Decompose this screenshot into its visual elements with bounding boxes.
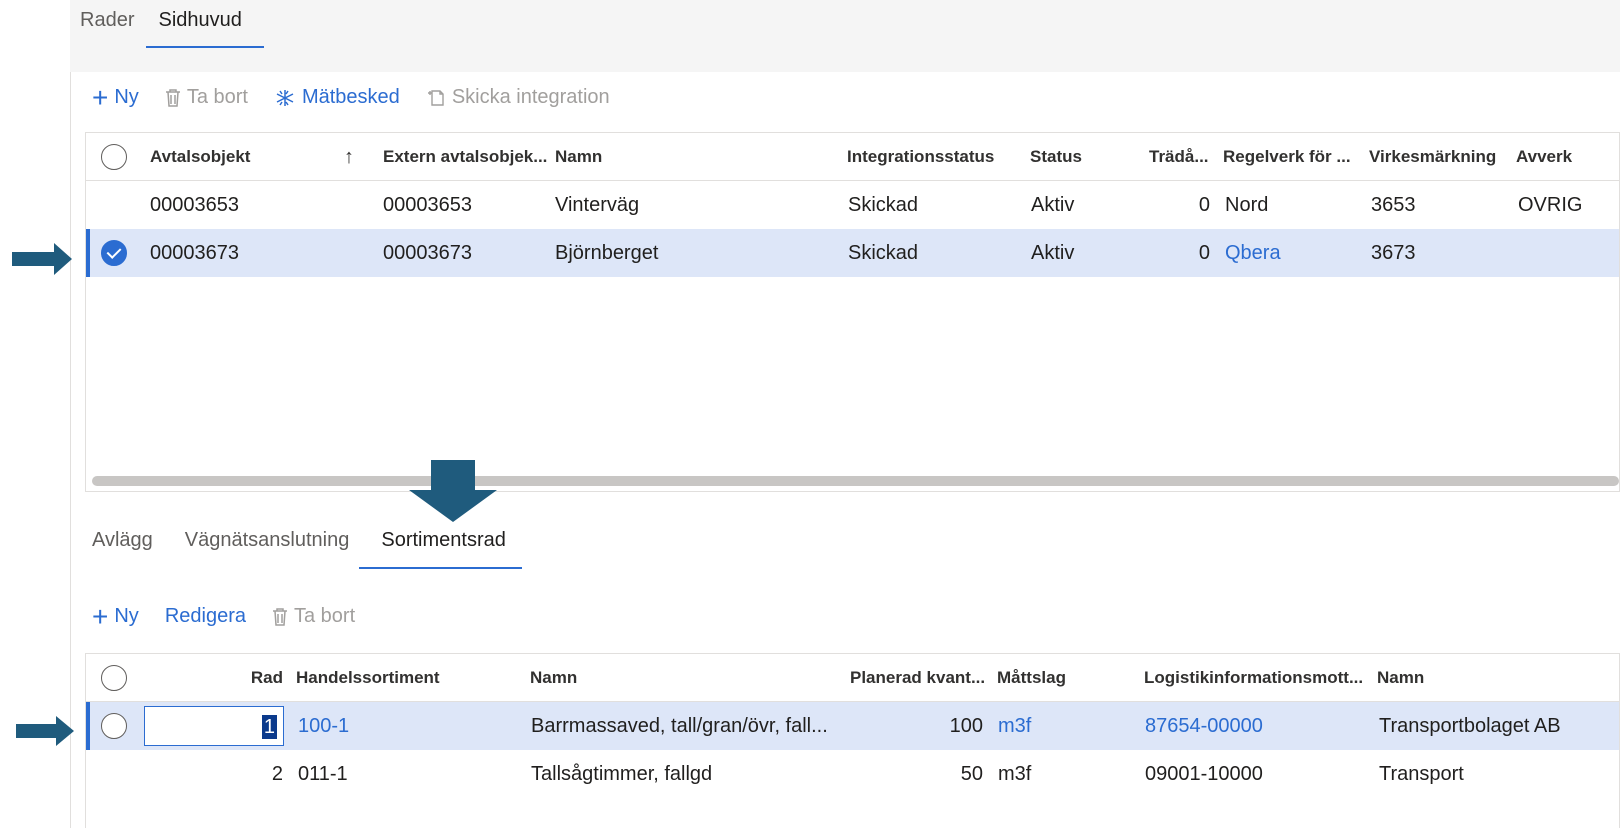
col-trada[interactable]: Trädå... bbox=[1149, 133, 1217, 181]
cell-extern: 00003673 bbox=[383, 242, 472, 264]
agreement-objects-grid: Avtalsobjekt ↑ Extern avtalsobjek... Nam… bbox=[85, 132, 1620, 492]
plus-icon: + bbox=[92, 600, 109, 632]
col-namn[interactable]: Namn bbox=[530, 654, 730, 702]
table-row[interactable]: 2 011-1 Tallsågtimmer, fallgd 50 m3f 090… bbox=[86, 750, 1619, 798]
header-toolbar: + Ny Ta bort Mätbesked Skicka integratio… bbox=[92, 81, 610, 113]
col-namn[interactable]: Namn bbox=[555, 133, 755, 181]
col-virkesmarkning[interactable]: Virkesmärkning bbox=[1369, 133, 1509, 181]
measure-button-label: Mätbesked bbox=[301, 86, 400, 108]
arrow-right-icon bbox=[12, 243, 72, 275]
delete-line-button-label: Ta bort bbox=[293, 605, 356, 627]
cell-extern: 00003653 bbox=[383, 194, 472, 216]
cell-avtalsobjekt: 00003673 bbox=[150, 242, 239, 264]
top-tabs: Rader Sidhuvud bbox=[80, 8, 265, 48]
edit-button[interactable]: Redigera bbox=[165, 605, 246, 628]
cell-status: Aktiv bbox=[1031, 242, 1075, 264]
table-row-selected[interactable]: 00003673 00003673 Björnberget Skickad Ak… bbox=[86, 229, 1619, 277]
col-logistik[interactable]: Logistikinformationsmott... bbox=[1144, 654, 1369, 702]
cell-avverk: OVRIG bbox=[1518, 194, 1583, 216]
page-header bbox=[70, 0, 1620, 72]
assortment-lines-grid: Rad Handelssortiment Namn Planerad kvant… bbox=[85, 653, 1620, 828]
tab-sidhuvud[interactable]: Sidhuvud bbox=[146, 8, 265, 48]
cell-virkesmarkning: 3673 bbox=[1371, 242, 1416, 264]
cell-integrationsstatus: Skickad bbox=[848, 194, 919, 216]
select-all-radio[interactable] bbox=[101, 665, 127, 691]
trash-icon bbox=[272, 607, 287, 626]
regelverk-link[interactable]: Qbera bbox=[1225, 229, 1365, 277]
cell-planerad: 100 bbox=[949, 715, 983, 737]
cell-integrationsstatus: Skickad bbox=[848, 242, 919, 264]
cell-handelssortiment: 011-1 bbox=[298, 763, 348, 785]
table-row[interactable]: 00003653 00003653 Vinterväg Skickad Akti… bbox=[86, 181, 1619, 229]
delete-button[interactable]: Ta bort bbox=[165, 86, 248, 109]
col-status[interactable]: Status bbox=[1030, 133, 1130, 181]
cell-avtalsobjekt: 00003653 bbox=[150, 194, 239, 216]
lines-toolbar: + Ny Redigera Ta bort bbox=[92, 600, 355, 632]
measure-icon bbox=[276, 89, 294, 106]
cell-namn: Björnberget bbox=[555, 242, 659, 264]
tab-rader[interactable]: Rader bbox=[80, 8, 146, 42]
cell-status: Aktiv bbox=[1031, 194, 1075, 216]
col-integrationsstatus[interactable]: Integrationsstatus bbox=[847, 133, 1017, 181]
grid-header: Avtalsobjekt ↑ Extern avtalsobjek... Nam… bbox=[86, 133, 1619, 181]
col-namn2[interactable]: Namn bbox=[1377, 654, 1577, 702]
select-all-radio[interactable] bbox=[101, 144, 127, 170]
cell-namn: Barrmassaved, tall/gran/övr, fall... bbox=[531, 715, 828, 737]
cell-namn: Vinterväg bbox=[555, 194, 640, 216]
send-integration-button-label: Skicka integration bbox=[451, 86, 610, 108]
tab-avlagg[interactable]: Avlägg bbox=[92, 528, 169, 562]
handelssortiment-link[interactable]: 100-1 bbox=[298, 702, 518, 750]
send-integration-button[interactable]: Skicka integration bbox=[426, 86, 610, 109]
delete-button-label: Ta bort bbox=[186, 86, 248, 108]
new-button[interactable]: + Ny bbox=[92, 81, 139, 113]
cell-mattslag: m3f bbox=[998, 763, 1032, 785]
table-row-selected[interactable]: 1 100-1 Barrmassaved, tall/gran/övr, fal… bbox=[86, 702, 1619, 750]
tab-vagnatsanslutning[interactable]: Vägnätsanslutning bbox=[169, 528, 366, 562]
cell-regelverk: Nord bbox=[1225, 194, 1269, 216]
cell-logistik: 09001-10000 bbox=[1145, 763, 1263, 785]
cell-trada: 0 bbox=[1198, 194, 1210, 216]
cell-namn: Tallsågtimmer, fallgd bbox=[531, 763, 713, 785]
new-line-button-label: Ny bbox=[114, 605, 139, 627]
col-extern[interactable]: Extern avtalsobjek... bbox=[383, 133, 548, 181]
col-rad[interactable]: Rad bbox=[236, 654, 283, 702]
row-select-radio[interactable] bbox=[101, 240, 127, 266]
arrow-right-icon bbox=[16, 716, 74, 746]
col-mattslag[interactable]: Måttslag bbox=[997, 654, 1117, 702]
col-avverk[interactable]: Avverk bbox=[1516, 133, 1619, 181]
measure-button[interactable]: Mätbesked bbox=[274, 86, 400, 109]
plus-icon: + bbox=[92, 81, 109, 113]
edit-button-label: Redigera bbox=[164, 605, 246, 627]
trash-icon bbox=[165, 88, 180, 107]
row-select-radio[interactable] bbox=[101, 713, 127, 739]
cell-trada: 0 bbox=[1198, 242, 1210, 264]
col-planerad[interactable]: Planerad kvant... bbox=[850, 654, 990, 702]
tab-sortimentsrad[interactable]: Sortimentsrad bbox=[359, 528, 522, 569]
col-regelverk[interactable]: Regelverk för ... bbox=[1223, 133, 1363, 181]
cell-virkesmarkning: 3653 bbox=[1371, 194, 1416, 216]
new-button-label: Ny bbox=[114, 86, 139, 108]
col-handelssortiment[interactable]: Handelssortiment bbox=[296, 654, 516, 702]
rad-value: 1 bbox=[261, 715, 277, 739]
grid-header: Rad Handelssortiment Namn Planerad kvant… bbox=[86, 654, 1619, 702]
cell-namn2: Transportbolaget AB bbox=[1379, 715, 1561, 737]
logistik-link[interactable]: 87654-00000 bbox=[1145, 702, 1370, 750]
cell-namn2: Transport bbox=[1379, 763, 1464, 785]
left-divider bbox=[70, 72, 71, 828]
new-line-button[interactable]: + Ny bbox=[92, 600, 139, 632]
cell-planerad: 50 bbox=[960, 763, 983, 785]
send-document-icon bbox=[427, 89, 444, 106]
cell-avverk bbox=[1518, 229, 1619, 277]
sort-ascending-icon[interactable]: ↑ bbox=[344, 133, 364, 181]
arrow-down-icon bbox=[409, 460, 497, 522]
horizontal-scrollbar[interactable] bbox=[92, 476, 1619, 486]
col-avtalsobjekt[interactable]: Avtalsobjekt bbox=[150, 133, 330, 181]
delete-line-button[interactable]: Ta bort bbox=[272, 605, 355, 628]
mattslag-link[interactable]: m3f bbox=[998, 702, 1118, 750]
rad-input[interactable]: 1 bbox=[144, 706, 284, 746]
cell-rad: 2 bbox=[271, 763, 283, 785]
sub-tabs: Avlägg Vägnätsanslutning Sortimentsrad bbox=[92, 528, 522, 569]
